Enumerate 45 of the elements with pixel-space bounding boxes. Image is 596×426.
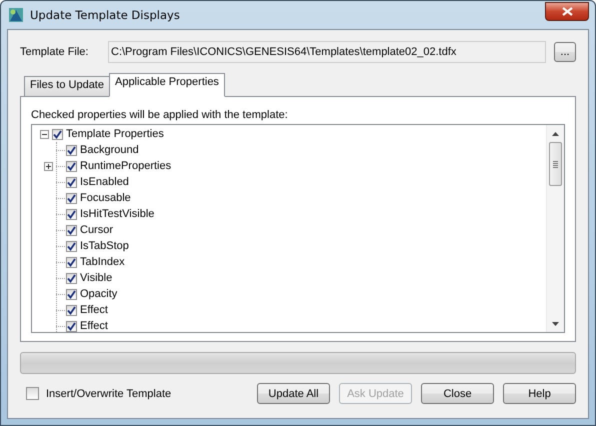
tree-item[interactable]: IsTabStop bbox=[79, 240, 130, 252]
path-field[interactable]: C:\Program Files\ICONICS\GENESIS64\Templates\template02_02.tdfx bbox=[108, 41, 546, 63]
tree-item[interactable]: Opacity bbox=[79, 288, 118, 300]
scroll-thumb[interactable] bbox=[549, 142, 562, 186]
checkbox[interactable] bbox=[52, 128, 63, 140]
tree-item[interactable]: Cursor bbox=[79, 224, 114, 236]
app-icon bbox=[8, 7, 24, 23]
tree-item[interactable]: Background bbox=[79, 144, 140, 156]
dialog-button[interactable]: Help bbox=[503, 383, 576, 404]
checkbox[interactable] bbox=[66, 160, 77, 172]
browse-button[interactable]: ... bbox=[554, 42, 576, 62]
checkbox[interactable] bbox=[66, 176, 77, 188]
checkbox[interactable] bbox=[26, 387, 39, 400]
tab[interactable]: Files to Update bbox=[24, 76, 110, 96]
tree-item[interactable]: IsHitTestVisible bbox=[79, 208, 156, 220]
checkbox[interactable] bbox=[66, 256, 77, 268]
checkbox[interactable] bbox=[66, 288, 77, 300]
field-label: Template File: bbox=[20, 46, 90, 58]
tree-item[interactable]: IsEnabled bbox=[79, 176, 130, 188]
expand-toggle[interactable] bbox=[44, 162, 53, 170]
checkbox-label[interactable]: Insert/Overwrite Template bbox=[46, 388, 172, 400]
checkbox[interactable] bbox=[66, 224, 77, 236]
dialog-button[interactable]: Close bbox=[421, 383, 494, 404]
close-icon bbox=[562, 6, 572, 16]
tree-item[interactable]: Visible bbox=[79, 272, 114, 284]
tree-item[interactable]: Focusable bbox=[79, 192, 132, 204]
checkbox[interactable] bbox=[66, 144, 77, 156]
checkbox[interactable] bbox=[66, 272, 77, 284]
checkbox[interactable] bbox=[66, 208, 77, 220]
tab[interactable]: Applicable Properties bbox=[108, 73, 225, 97]
checkbox[interactable] bbox=[66, 192, 77, 204]
dialog-button[interactable]: Update All bbox=[257, 383, 330, 404]
tree-item[interactable]: TabIndex bbox=[79, 256, 126, 268]
checkbox[interactable] bbox=[66, 304, 77, 316]
window-title: Update Template Displays bbox=[30, 8, 181, 22]
checkbox[interactable] bbox=[66, 240, 77, 252]
instruction-text: Checked properties will be applied with the template: bbox=[31, 109, 289, 121]
scrollbar[interactable] bbox=[546, 125, 564, 332]
tree-item[interactable]: Effect bbox=[79, 304, 109, 316]
checkbox[interactable] bbox=[66, 320, 77, 332]
tree-item[interactable]: Template Properties bbox=[65, 128, 165, 140]
tree-item[interactable]: Effect bbox=[79, 320, 109, 332]
close-button[interactable] bbox=[545, 2, 589, 20]
tree-item[interactable]: RuntimeProperties bbox=[79, 160, 172, 172]
collapse-toggle[interactable] bbox=[40, 130, 49, 138]
